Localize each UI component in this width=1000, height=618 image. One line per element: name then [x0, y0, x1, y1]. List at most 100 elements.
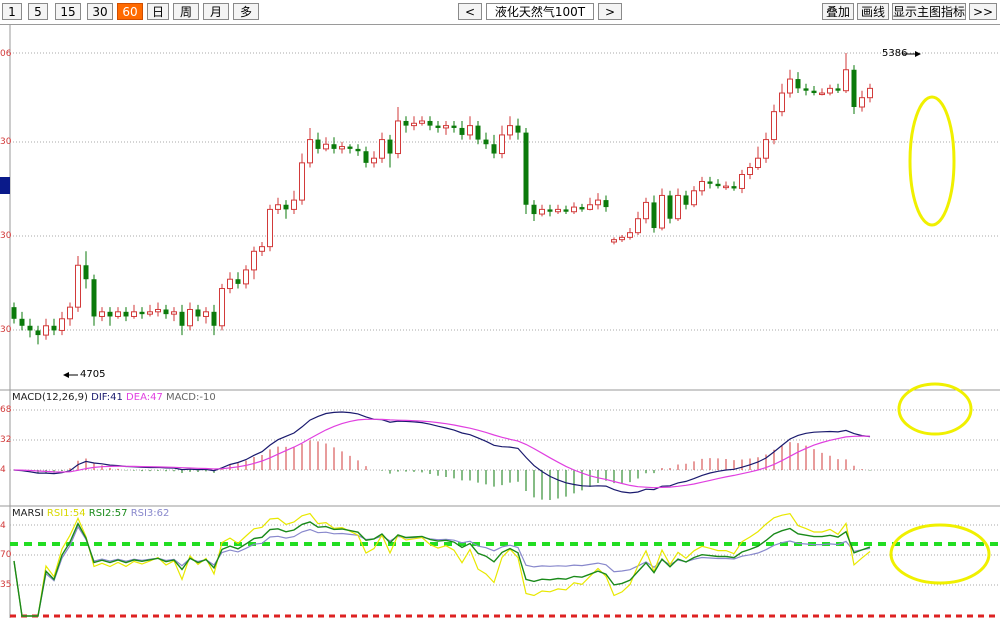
y-tick-label: 30 — [0, 231, 12, 241]
candle — [227, 272, 233, 294]
candle — [443, 120, 449, 135]
draw-line-button[interactable]: 画线 — [857, 3, 889, 20]
candle — [787, 69, 793, 98]
candle — [155, 302, 161, 317]
rsi-y-tick: 70 — [0, 550, 12, 560]
candle — [795, 72, 801, 94]
candle — [763, 132, 769, 163]
macd-legend: MACD(12,26,9) DIF:41 DEA:47 MACD:-10 — [12, 392, 216, 404]
candle — [291, 190, 297, 215]
candle — [163, 304, 169, 319]
candle — [515, 118, 521, 140]
candle — [27, 318, 33, 338]
y-tick-label: 30 — [0, 137, 12, 147]
chart-area[interactable]: 06 30 30 30 68 32 4 4 70 35 5386 4705 MA… — [0, 25, 1000, 618]
candle — [339, 141, 345, 154]
candle — [19, 311, 25, 331]
candle — [595, 193, 601, 210]
annotation-arrows — [63, 51, 921, 378]
candle — [315, 132, 321, 154]
rsi-legend: MARSI RSI1:54 RSI2:57 RSI3:62 — [12, 508, 169, 520]
period-week-button[interactable]: 周 — [173, 3, 199, 20]
candle — [107, 307, 113, 326]
candle — [803, 83, 809, 96]
candle — [147, 304, 153, 317]
candle — [651, 195, 657, 233]
rsi-grid — [10, 524, 1000, 618]
candle — [203, 307, 209, 324]
macd-dea-line — [13, 418, 871, 489]
candle — [539, 204, 545, 217]
candle — [307, 127, 313, 168]
candle — [619, 235, 625, 242]
candle — [259, 241, 265, 256]
rsi-y-tick: 4 — [0, 521, 6, 531]
period-1-button[interactable]: 1 — [2, 3, 22, 20]
candle — [411, 116, 417, 131]
period-60-button[interactable]: 60 — [117, 3, 143, 20]
y-tick-label: 06 — [0, 49, 12, 59]
candle — [187, 302, 193, 331]
candle — [819, 88, 825, 96]
prev-instrument-button[interactable]: < — [458, 3, 482, 20]
macd-legend-dif: DIF:41 — [91, 392, 123, 403]
candle — [779, 83, 785, 117]
candle — [195, 304, 201, 322]
y-tick-label: 30 — [0, 325, 12, 335]
rsi-legend-rsi1: RSI1:54 — [46, 508, 86, 519]
candle — [251, 246, 257, 280]
candle — [299, 153, 305, 205]
candle — [587, 197, 593, 211]
candle — [403, 116, 409, 133]
period-30-button[interactable]: 30 — [87, 3, 113, 20]
instrument-title: 液化天然气100T — [486, 3, 594, 20]
rsi-legend-rsi2: RSI2:57 — [88, 508, 128, 519]
rsi-legend-name: MARSI — [12, 508, 44, 519]
candle — [523, 127, 529, 215]
candle — [675, 188, 681, 222]
candle — [83, 251, 89, 289]
main-indicator-button[interactable]: 显示主图指标 — [892, 3, 966, 20]
chart-toolbar: 1 5 15 30 60 日 周 月 多 < 液化天然气100T > 叠加 画线… — [0, 0, 1000, 25]
highlight-ellipse-price — [908, 95, 956, 227]
chart-canvas[interactable] — [0, 25, 1000, 618]
candle — [867, 83, 873, 103]
candle — [507, 116, 513, 140]
macd-y-tick: 68 — [0, 405, 12, 415]
candle — [859, 90, 865, 112]
overlay-button[interactable]: 叠加 — [822, 3, 854, 20]
candle — [91, 274, 97, 326]
candle — [59, 311, 65, 336]
candle — [115, 307, 121, 319]
candle — [467, 116, 473, 140]
candle — [99, 307, 105, 322]
next-instrument-button[interactable]: > — [598, 3, 622, 20]
candle — [267, 204, 273, 252]
more-button[interactable]: >> — [969, 3, 997, 20]
candle — [691, 186, 697, 208]
rsi2-line — [13, 521, 871, 617]
candle — [11, 302, 17, 324]
candle — [243, 265, 249, 289]
candle — [211, 304, 217, 336]
candle — [171, 307, 177, 322]
candle — [123, 307, 129, 322]
candle — [843, 53, 849, 94]
period-multi-button[interactable]: 多 — [233, 3, 259, 20]
candle — [75, 255, 81, 312]
candle — [51, 318, 57, 336]
candle — [627, 228, 633, 240]
period-15-button[interactable]: 15 — [55, 3, 81, 20]
crosshair-marker — [0, 177, 10, 194]
period-day-button[interactable]: 日 — [147, 3, 169, 20]
candle — [35, 325, 41, 345]
macd-y-tick: 32 — [0, 435, 12, 445]
candle — [811, 86, 817, 96]
candle — [731, 181, 737, 191]
candle — [179, 304, 185, 336]
macd-legend-dea: DEA:47 — [126, 392, 163, 403]
rsi-legend-rsi3: RSI3:62 — [130, 508, 170, 519]
period-month-button[interactable]: 月 — [203, 3, 229, 20]
period-5-button[interactable]: 5 — [28, 3, 48, 20]
candle — [603, 195, 609, 212]
